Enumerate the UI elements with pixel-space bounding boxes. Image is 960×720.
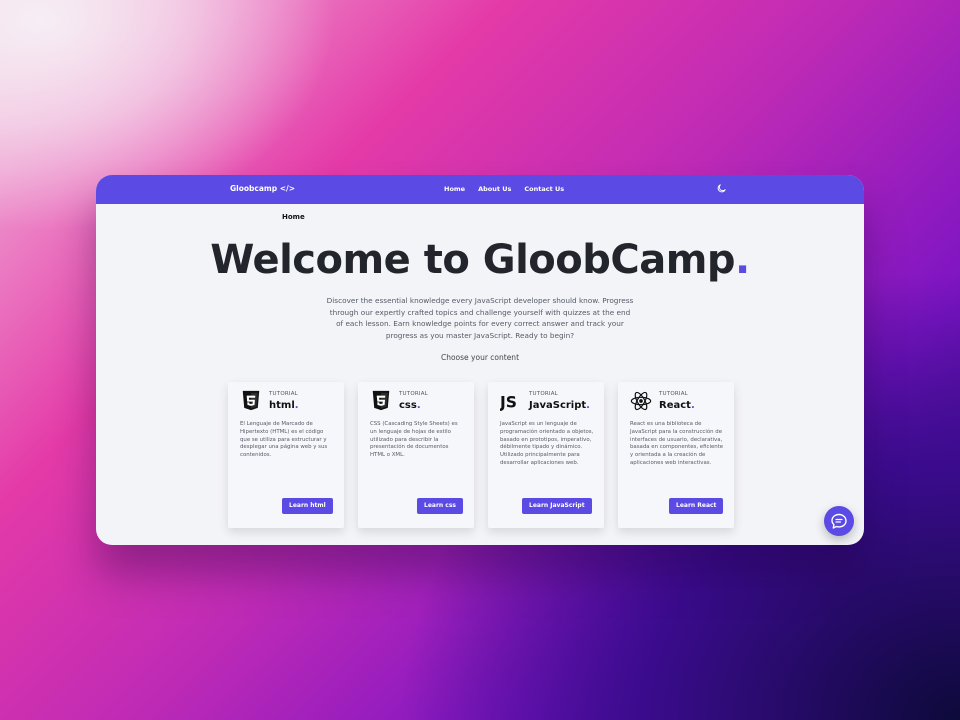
card-css: TUTORIAL css. CSS (Cascading Style Sheet…: [358, 382, 474, 528]
card-description: CSS (Cascading Style Sheets) es un lengu…: [370, 421, 458, 459]
breadcrumb[interactable]: Home: [282, 213, 305, 221]
card-kind-label: TUTORIAL: [399, 391, 428, 397]
learn-react-button[interactable]: Learn React: [669, 498, 724, 514]
learn-html-button[interactable]: Learn html: [282, 498, 333, 514]
card-title-text: JavaScript: [529, 400, 587, 411]
html5-icon: [242, 390, 260, 411]
react-icon: [630, 391, 652, 411]
card-kind-label: TUTORIAL: [269, 391, 298, 397]
nav-about-us[interactable]: About Us: [478, 185, 511, 193]
card-title-text: css: [399, 400, 417, 411]
svg-text:JS: JS: [500, 393, 517, 411]
css3-icon: [372, 390, 390, 411]
card-title-dot: .: [586, 400, 590, 411]
top-navbar: Gloobcamp </> Home About Us Contact Us: [96, 175, 864, 204]
chat-icon: [831, 513, 847, 529]
brand-logo[interactable]: Gloobcamp </>: [230, 184, 295, 193]
card-description: El Lenguaje de Marcado de Hipertexto (HT…: [240, 421, 328, 459]
choose-content-label: Choose your content: [440, 353, 520, 362]
card-title-dot: .: [690, 400, 695, 411]
nav-home[interactable]: Home: [444, 185, 465, 193]
card-kind-label: TUTORIAL: [529, 391, 558, 397]
learn-javascript-button[interactable]: Learn JavaScript: [522, 498, 592, 514]
nav-links: Home About Us Contact Us: [444, 185, 564, 193]
card-kind-label: TUTORIAL: [659, 391, 688, 397]
card-title: html.: [269, 400, 299, 411]
moon-icon[interactable]: [716, 183, 727, 194]
card-html: TUTORIAL html. El Lenguaje de Marcado de…: [228, 382, 344, 528]
chat-button[interactable]: [824, 506, 854, 536]
browser-window: Gloobcamp </> Home About Us Contact Us H…: [96, 175, 864, 545]
card-title-dot: .: [294, 400, 299, 411]
title-accent-dot: .: [735, 237, 750, 283]
js-icon: JS: [500, 393, 517, 411]
card-title-text: React: [659, 400, 691, 411]
card-title: css.: [399, 400, 421, 411]
card-title: JavaScript.: [529, 400, 590, 411]
card-react: TUTORIAL React. React es una biblioteca …: [618, 382, 734, 528]
learn-css-button[interactable]: Learn css: [417, 498, 463, 514]
card-description: React es una biblioteca de JavaScript pa…: [630, 421, 724, 466]
intro-paragraph: Discover the essential knowledge every J…: [326, 296, 634, 340]
page-title: Welcome to GloobCamp.: [96, 237, 864, 283]
card-title: React.: [659, 400, 695, 411]
card-javascript: JS TUTORIAL JavaScript. JavaScript es un…: [488, 382, 604, 528]
card-title-text: html: [269, 400, 295, 411]
card-description: JavaScript es un lenguaje de programació…: [500, 421, 594, 466]
nav-contact-us[interactable]: Contact Us: [524, 185, 564, 193]
page-title-text: Welcome to GloobCamp: [210, 237, 736, 283]
card-title-dot: .: [416, 400, 421, 411]
